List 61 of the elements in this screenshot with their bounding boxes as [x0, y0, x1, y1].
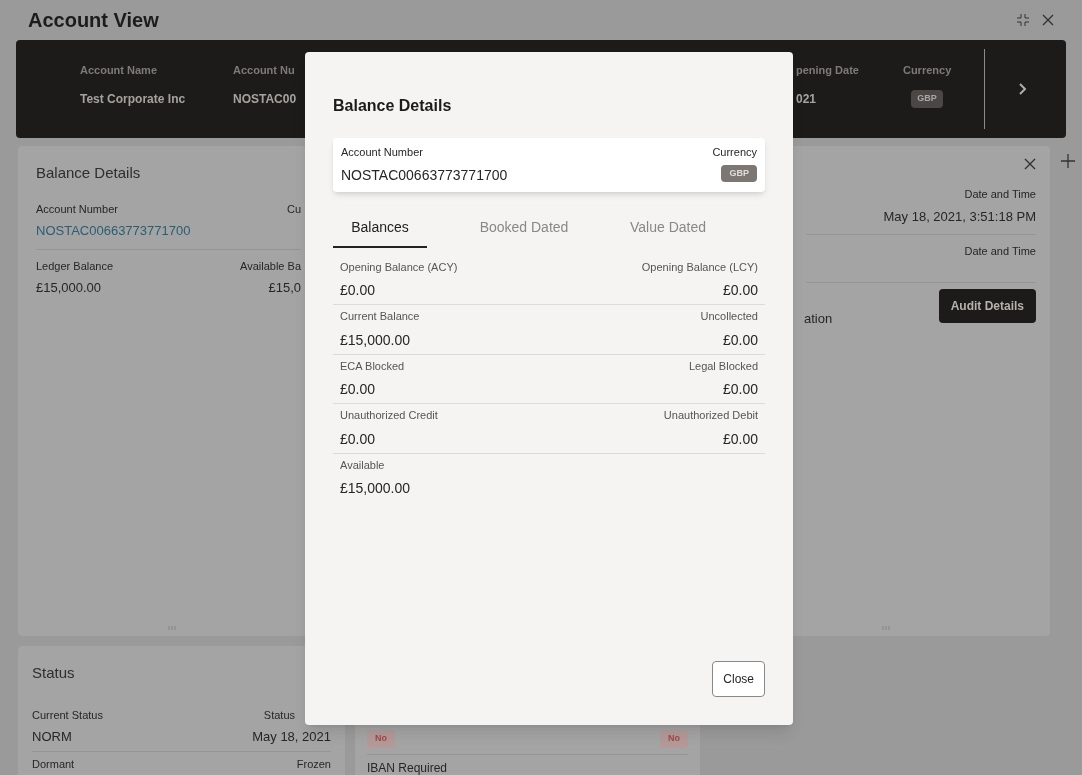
dialog-title: Balance Details [333, 96, 453, 116]
plus-icon[interactable] [1060, 153, 1076, 169]
field-value: Test Corporate Inc [80, 91, 187, 109]
close-icon[interactable] [1042, 14, 1054, 26]
field-value: £15,000.00 [340, 479, 411, 498]
field-label: Uncollected [700, 309, 758, 324]
field-label: Current Status [32, 707, 103, 723]
field-label: Opening Balance (LCY) [641, 259, 758, 275]
field-label: Account Number [341, 145, 424, 160]
no-badge: No [367, 730, 395, 748]
field-value: £0.00 [340, 281, 376, 300]
no-badge: No [660, 730, 688, 748]
field-label: Date and Time [964, 187, 1036, 202]
field-value: £0.00 [722, 380, 758, 399]
field-label: Date and Time [964, 244, 1036, 259]
window-title: Account View [28, 8, 159, 33]
field-label: IBAN Required [367, 760, 448, 775]
field-label: Unauthorized Credit [340, 408, 438, 423]
field-label: Legal Blocked [688, 358, 758, 374]
field-label: ECA Blocked [340, 358, 405, 374]
chevron-right-icon[interactable] [1019, 83, 1027, 95]
field-label: Unauthorized Debit [663, 408, 758, 423]
field-value: May 18, 2021 [252, 728, 331, 746]
close-button[interactable]: Close [712, 661, 765, 697]
field-label: Account Nu [233, 62, 296, 78]
field-label: Cu [286, 201, 301, 217]
tab[interactable]: Balances [333, 209, 427, 248]
currency-badge: GBP [911, 90, 943, 108]
field-label: Available [340, 457, 385, 473]
close-icon[interactable] [1024, 158, 1036, 170]
field-value: NORM [32, 728, 72, 746]
field-label: Account Name [80, 62, 159, 78]
field-value: £0.00 [722, 330, 758, 350]
field-value: £0.00 [722, 281, 758, 300]
field-label: Currency [712, 145, 757, 160]
field-value: £15,000.00 [36, 279, 102, 297]
field-value: £15,0 [268, 279, 301, 297]
field-label: Frozen [296, 756, 331, 772]
field-value: £0.00 [722, 429, 758, 449]
field-value: 021 [796, 91, 818, 109]
field-value: £15,000.00 [340, 330, 411, 350]
field-label: Status [263, 707, 295, 723]
card-title: Balance Details [36, 163, 142, 183]
field-label: pening Date [796, 62, 859, 78]
field-value: NOSTAC00663773771700 [341, 165, 508, 185]
card-title: Status [32, 663, 76, 683]
field-value: May 18, 2021, 3:51:18 PM [883, 207, 1036, 226]
field-label: Current Balance [340, 309, 420, 324]
field-label: Account Number [36, 201, 118, 217]
audit-details-button[interactable]: Audit Details [938, 289, 1036, 323]
currency-badge: GBP [721, 164, 757, 182]
field-label: Ledger Balance [36, 258, 114, 274]
field-label: Currency [902, 62, 952, 78]
field-value: NOSTAC00 [233, 91, 297, 109]
field-label: Dormant [32, 756, 75, 772]
field-label: ation [804, 310, 833, 328]
field-label: Available Ba [240, 258, 301, 274]
collapse-icon[interactable] [1016, 13, 1030, 27]
field-label: Opening Balance (ACY) [340, 259, 458, 275]
field-value: £0.00 [340, 429, 376, 449]
field-value: £0.00 [340, 380, 376, 399]
